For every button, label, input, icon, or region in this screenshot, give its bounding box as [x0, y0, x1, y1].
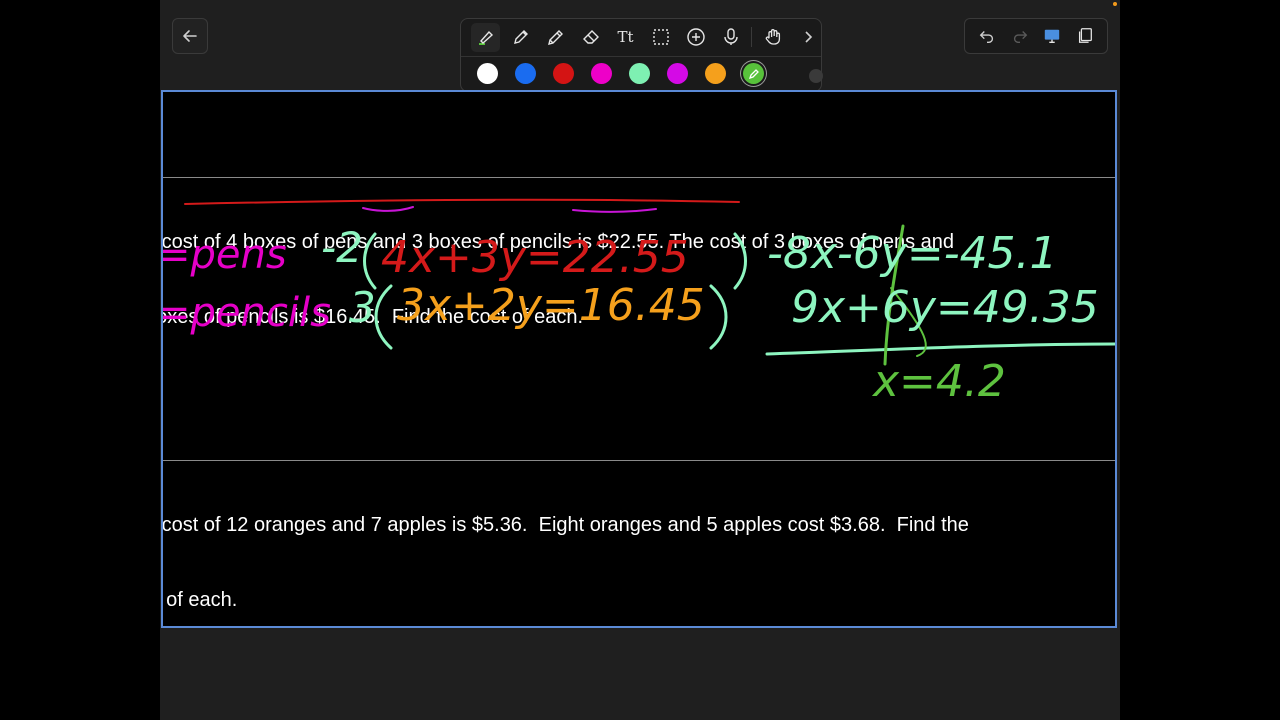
- more-colors-button[interactable]: [809, 69, 823, 83]
- pen-icon: [748, 68, 759, 79]
- toolbar-divider: [751, 27, 752, 47]
- microphone-tool[interactable]: [716, 23, 745, 52]
- pens-label: =pens: [163, 232, 287, 278]
- paren-open-1: [363, 232, 377, 290]
- paren-open-2: [374, 284, 393, 350]
- pages-button[interactable]: [1070, 22, 1099, 51]
- equation-2: 3x+2y=16.45: [397, 280, 705, 331]
- lasso-select-icon: [652, 29, 669, 45]
- text-tool[interactable]: Tt: [611, 23, 640, 52]
- multiplier-2: 3: [349, 283, 376, 332]
- pencil-icon: [547, 30, 563, 45]
- swatch-magenta[interactable]: [591, 63, 612, 84]
- add-tool[interactable]: [681, 23, 710, 52]
- highlighter-tool[interactable]: [471, 22, 500, 52]
- underline-red: [184, 198, 740, 205]
- status-indicator: [1113, 2, 1117, 6]
- swatch-orange[interactable]: [705, 63, 726, 84]
- back-button[interactable]: [172, 18, 208, 54]
- pen-tool[interactable]: [506, 23, 535, 52]
- highlighter-icon: [478, 30, 493, 45]
- new-equation-2: 9x+6y=49.35: [791, 282, 1099, 333]
- more-tools[interactable]: [793, 23, 822, 52]
- swatch-purple[interactable]: [667, 63, 688, 84]
- notes-app: Tt e cost of 4 boxes of pens and 3 boxes…: [160, 0, 1120, 720]
- pen-icon: [513, 30, 528, 44]
- text-icon: Tt: [617, 28, 634, 46]
- new-equation-1: -8x-6y=-45.1: [767, 228, 1058, 279]
- color-swatches: [477, 56, 764, 91]
- multiplier-1: -2: [321, 223, 363, 272]
- pencils-label: =pencils: [163, 290, 331, 336]
- hand-icon: [765, 29, 780, 45]
- microphone-icon: [723, 28, 738, 45]
- equation-1: 4x+3y=22.55: [381, 232, 689, 283]
- swatch-green[interactable]: [743, 63, 764, 84]
- monitor-icon: [1045, 29, 1060, 43]
- swatch-red[interactable]: [553, 63, 574, 84]
- pages-icon: [1078, 28, 1092, 43]
- swatch-mint[interactable]: [629, 63, 650, 84]
- redo-button[interactable]: [1005, 22, 1034, 51]
- swatch-blue[interactable]: [515, 63, 536, 84]
- hand-tool[interactable]: [758, 23, 787, 52]
- redo-icon: [1013, 31, 1028, 43]
- present-button[interactable]: [1038, 22, 1067, 51]
- undo-icon: [979, 31, 994, 43]
- paren-close-2: [709, 284, 728, 350]
- pencil-tool[interactable]: [541, 23, 570, 52]
- right-toolbar: [964, 18, 1108, 54]
- note-page[interactable]: e cost of 4 boxes of pens and 3 boxes of…: [161, 90, 1117, 628]
- plus-circle-icon: [686, 28, 705, 46]
- paren-close-1: [733, 232, 747, 290]
- result: x=4.2: [871, 356, 1006, 407]
- undo-button[interactable]: [973, 22, 1002, 51]
- eraser-icon: [582, 30, 599, 44]
- swatch-white[interactable]: [477, 63, 498, 84]
- chevron-right-icon: [804, 31, 812, 43]
- eraser-tool[interactable]: [576, 23, 605, 52]
- sum-line: [765, 342, 1115, 356]
- underline-purple-1: [362, 206, 414, 212]
- underline-purple-2: [572, 208, 657, 213]
- arrow-left-icon: [183, 30, 197, 42]
- tool-row: Tt: [471, 19, 822, 55]
- handwriting-layer: =pens =pencils -2 3 4x+3y=22.55 3x+2y=16…: [163, 198, 1115, 407]
- lasso-tool[interactable]: [646, 23, 675, 52]
- drawing-toolbar: Tt: [460, 18, 823, 92]
